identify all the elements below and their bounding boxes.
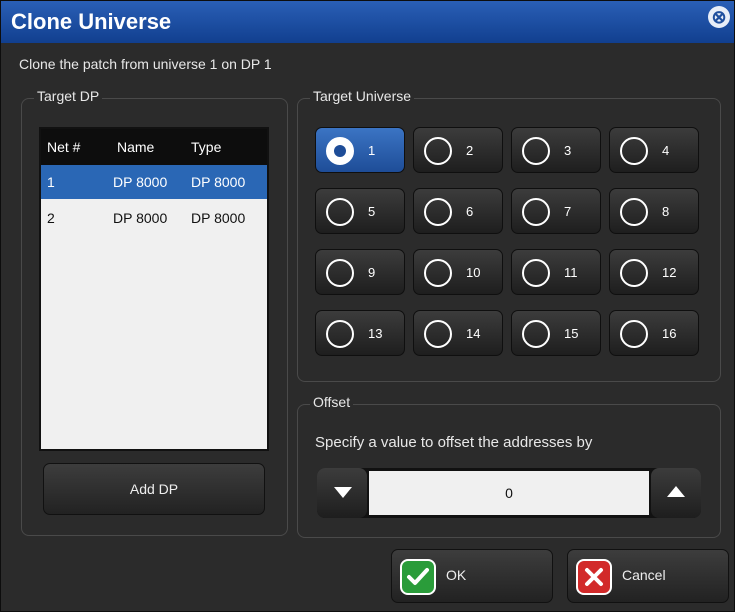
universe-radio-13[interactable]: 13 xyxy=(315,310,405,356)
cancel-label: Cancel xyxy=(622,567,666,583)
universe-radio-10[interactable]: 10 xyxy=(413,249,503,295)
increment-button[interactable] xyxy=(651,468,701,518)
clone-universe-dialog: Clone Universe ⊗ Clone the patch from un… xyxy=(0,0,735,612)
dialog-title: Clone Universe xyxy=(11,9,172,34)
offset-stepper xyxy=(317,468,701,518)
ok-label: OK xyxy=(446,567,467,583)
decrement-button[interactable] xyxy=(317,468,367,518)
target-dp-label: Target DP xyxy=(34,88,103,104)
universe-label: 8 xyxy=(662,204,670,219)
universe-label: 2 xyxy=(466,143,474,158)
radio-icon xyxy=(326,320,354,348)
universe-radio-16[interactable]: 16 xyxy=(609,310,699,356)
radio-icon xyxy=(522,198,550,226)
radio-icon xyxy=(522,137,550,165)
add-dp-label: Add DP xyxy=(129,481,179,497)
x-icon xyxy=(576,559,612,595)
universe-radio-14[interactable]: 14 xyxy=(413,310,503,356)
universe-label: 11 xyxy=(564,265,578,280)
row-name: DP 8000 xyxy=(113,210,168,226)
universe-label: 4 xyxy=(662,143,670,158)
universe-label: 10 xyxy=(466,265,481,280)
universe-radio-1[interactable]: 1 xyxy=(315,127,405,173)
list-item[interactable]: 1 DP 8000 DP 8000 xyxy=(41,165,267,199)
radio-icon xyxy=(620,137,648,165)
universe-radio-6[interactable]: 6 xyxy=(413,188,503,234)
universe-label: 16 xyxy=(662,326,677,341)
close-icon[interactable]: ⊗ xyxy=(708,6,730,28)
offset-input[interactable] xyxy=(369,471,649,515)
target-universe-label: Target Universe xyxy=(310,88,415,104)
universe-label: 7 xyxy=(564,204,572,219)
radio-icon xyxy=(620,198,648,226)
radio-dot-icon xyxy=(334,145,346,157)
universe-radio-7[interactable]: 7 xyxy=(511,188,601,234)
universe-radio-15[interactable]: 15 xyxy=(511,310,601,356)
offset-description: Specify a value to offset the addresses … xyxy=(315,434,593,451)
row-net: 2 xyxy=(47,210,55,226)
ok-button[interactable]: OK xyxy=(391,549,553,603)
universe-radio-5[interactable]: 5 xyxy=(315,188,405,234)
radio-icon xyxy=(424,137,452,165)
universe-label: 13 xyxy=(368,326,383,341)
column-net[interactable]: Net # xyxy=(47,139,80,155)
radio-icon xyxy=(326,259,354,287)
universe-label: 1 xyxy=(368,143,376,158)
universe-label: 6 xyxy=(466,204,474,219)
universe-radio-3[interactable]: 3 xyxy=(511,127,601,173)
offset-label: Offset xyxy=(310,394,354,410)
row-type: DP 8000 xyxy=(191,174,246,190)
universe-radio-11[interactable]: 11 xyxy=(511,249,601,295)
add-dp-button[interactable]: Add DP xyxy=(43,463,265,515)
universe-radio-2[interactable]: 2 xyxy=(413,127,503,173)
title-bar: Clone Universe ⊗ xyxy=(1,1,734,43)
universe-label: 12 xyxy=(662,265,677,280)
universe-label: 3 xyxy=(564,143,572,158)
radio-icon xyxy=(522,320,550,348)
list-header: Net # Name Type xyxy=(41,129,267,165)
universe-radio-9[interactable]: 9 xyxy=(315,249,405,295)
universe-radio-4[interactable]: 4 xyxy=(609,127,699,173)
universe-radio-12[interactable]: 12 xyxy=(609,249,699,295)
universe-label: 15 xyxy=(564,326,579,341)
radio-icon xyxy=(522,259,550,287)
row-type: DP 8000 xyxy=(191,210,246,226)
radio-icon xyxy=(424,320,452,348)
list-item[interactable]: 2 DP 8000 DP 8000 xyxy=(41,201,267,235)
row-name: DP 8000 xyxy=(113,174,168,190)
radio-icon xyxy=(424,198,452,226)
arrow-down-icon xyxy=(334,487,352,498)
radio-icon xyxy=(620,259,648,287)
arrow-up-icon xyxy=(667,486,685,497)
universe-label: 9 xyxy=(368,265,376,280)
radio-icon xyxy=(326,137,354,165)
cancel-button[interactable]: Cancel xyxy=(567,549,729,603)
row-net: 1 xyxy=(47,174,55,190)
universe-label: 5 xyxy=(368,204,376,219)
column-name[interactable]: Name xyxy=(117,139,154,155)
universe-radio-8[interactable]: 8 xyxy=(609,188,699,234)
dialog-subtitle: Clone the patch from universe 1 on DP 1 xyxy=(19,56,272,72)
radio-icon xyxy=(326,198,354,226)
column-type[interactable]: Type xyxy=(191,139,221,155)
radio-icon xyxy=(620,320,648,348)
target-dp-list[interactable]: Net # Name Type 1 DP 8000 DP 8000 2 DP 8… xyxy=(39,127,269,451)
check-icon xyxy=(400,559,436,595)
universe-label: 14 xyxy=(466,326,481,341)
radio-icon xyxy=(424,259,452,287)
